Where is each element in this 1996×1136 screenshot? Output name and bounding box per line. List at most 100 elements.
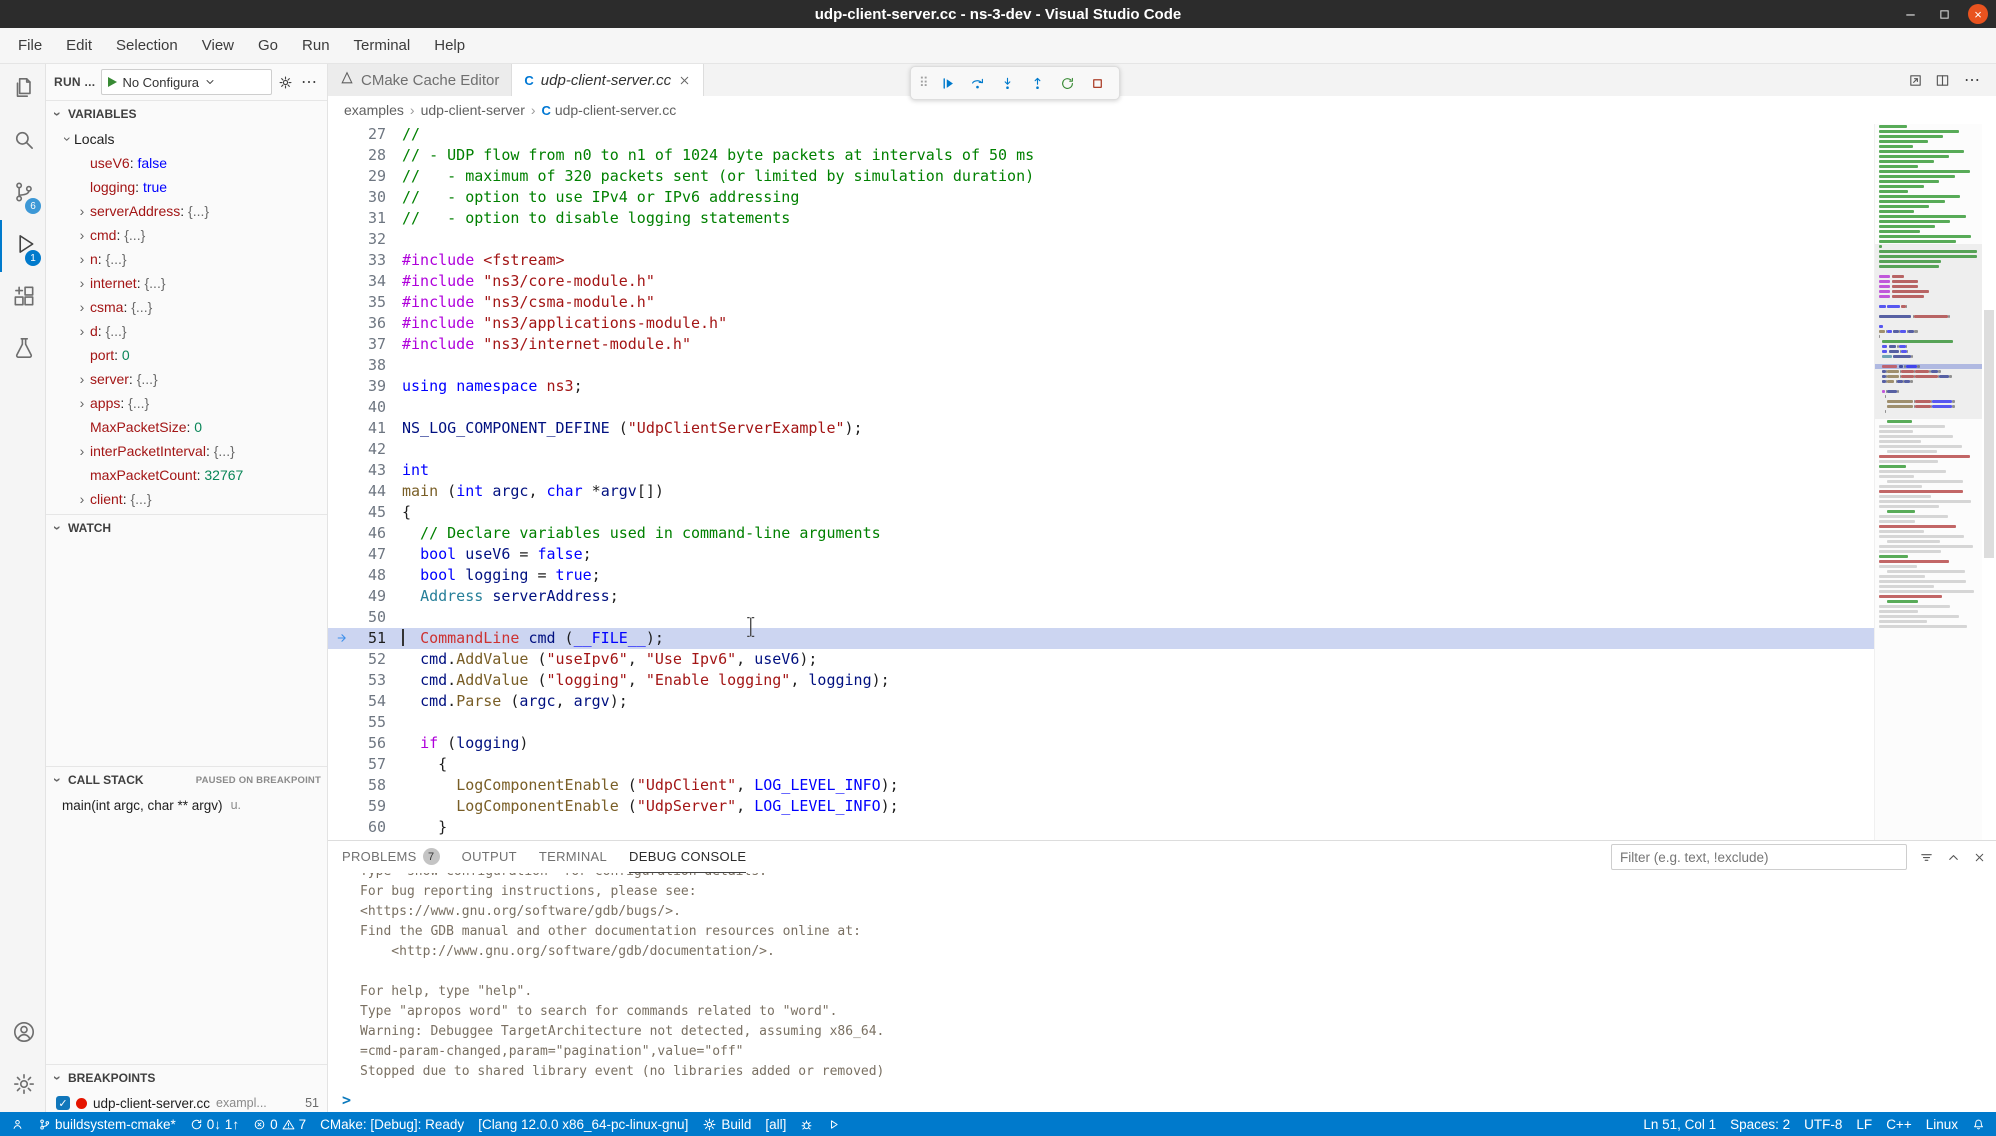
code-area[interactable]: 27//28// - UDP flow from n0 to n1 of 102… <box>328 124 1874 840</box>
variable-row-internet[interactable]: ›internet: {...} <box>46 271 327 295</box>
close-tab-icon[interactable] <box>678 74 691 87</box>
line-number-43[interactable]: 43 <box>328 460 402 481</box>
notifications-bell[interactable] <box>1965 1112 1992 1136</box>
variable-row-MaxPacketSize[interactable]: MaxPacketSize: 0 <box>46 415 327 439</box>
line-number-51[interactable]: 51 <box>328 628 402 649</box>
panel-tab-debug-console[interactable]: DEBUG CONSOLE <box>629 841 746 873</box>
step-over-button[interactable] <box>965 70 991 96</box>
code-line-49[interactable]: 49 Address serverAddress; <box>328 586 1874 607</box>
cmake-status[interactable]: CMake: [Debug]: Ready <box>313 1112 471 1136</box>
line-number-39[interactable]: 39 <box>328 376 402 397</box>
line-number-31[interactable]: 31 <box>328 208 402 229</box>
call-stack-section-header[interactable]: › CALL STACK PAUSED ON BREAKPOINT <box>46 767 327 793</box>
console-filter-input[interactable] <box>1611 844 1907 870</box>
menu-terminal[interactable]: Terminal <box>342 32 423 59</box>
editor-more-actions-icon[interactable]: ⋯ <box>1962 70 1982 90</box>
maximize-panel-icon[interactable] <box>1946 850 1961 865</box>
branch-status[interactable]: buildsystem-cmake* <box>31 1112 183 1136</box>
debug-console-input[interactable]: > <box>328 1088 1996 1112</box>
breakpoint-enabled-checkbox[interactable]: ✓ <box>56 1096 70 1110</box>
code-line-55[interactable]: 55 <box>328 712 1874 733</box>
code-line-47[interactable]: 47 bool useV6 = false; <box>328 544 1874 565</box>
debug-config-dropdown[interactable]: No Configura <box>101 69 272 95</box>
line-number-37[interactable]: 37 <box>328 334 402 355</box>
debug-target-button[interactable] <box>793 1112 820 1136</box>
code-line-33[interactable]: 33#include <fstream> <box>328 250 1874 271</box>
variable-row-port[interactable]: port: 0 <box>46 343 327 367</box>
activity-item-run-and-debug[interactable]: 1 <box>0 220 45 272</box>
panel-tab-problems[interactable]: PROBLEMS7 <box>342 841 440 873</box>
code-line-54[interactable]: 54 cmd.Parse (argc, argv); <box>328 691 1874 712</box>
menu-file[interactable]: File <box>6 32 54 59</box>
tab-udp-client-server-cc[interactable]: Cudp-client-server.cc <box>512 64 704 96</box>
variable-row-d[interactable]: ›d: {...} <box>46 319 327 343</box>
code-line-37[interactable]: 37#include "ns3/internet-module.h" <box>328 334 1874 355</box>
code-line-35[interactable]: 35#include "ns3/csma-module.h" <box>328 292 1874 313</box>
activity-item-settings[interactable] <box>0 1060 45 1112</box>
code-line-30[interactable]: 30// - option to use IPv4 or IPv6 addres… <box>328 187 1874 208</box>
indentation-status[interactable]: Spaces: 2 <box>1723 1112 1797 1136</box>
menu-go[interactable]: Go <box>246 32 290 59</box>
minimap[interactable] <box>1874 124 1982 840</box>
code-line-56[interactable]: 56 if (logging) <box>328 733 1874 754</box>
line-number-46[interactable]: 46 <box>328 523 402 544</box>
menu-view[interactable]: View <box>190 32 246 59</box>
variable-row-useV6[interactable]: useV6: false <box>46 151 327 175</box>
code-line-61[interactable]: 61 <box>328 838 1874 840</box>
code-line-38[interactable]: 38 <box>328 355 1874 376</box>
kit-status[interactable]: [Clang 12.0.0 x86_64-pc-linux-gnu] <box>471 1112 695 1136</box>
line-number-47[interactable]: 47 <box>328 544 402 565</box>
code-line-58[interactable]: 58 LogComponentEnable ("UdpClient", LOG_… <box>328 775 1874 796</box>
code-line-48[interactable]: 48 bool logging = true; <box>328 565 1874 586</box>
breakpoints-section-header[interactable]: › BREAKPOINTS <box>46 1065 327 1091</box>
line-number-38[interactable]: 38 <box>328 355 402 376</box>
stack-frame-main[interactable]: main(int argc, char ** argv) u. <box>46 793 327 817</box>
problems-status[interactable]: 07 <box>246 1112 313 1136</box>
line-number-28[interactable]: 28 <box>328 145 402 166</box>
variables-scope-locals[interactable]: › Locals <box>46 127 327 151</box>
eol-status[interactable]: LF <box>1849 1112 1879 1136</box>
continue-button[interactable] <box>935 70 961 96</box>
line-number-34[interactable]: 34 <box>328 271 402 292</box>
debug-console-output[interactable]: Type "show configuration" for configurat… <box>328 873 1996 1088</box>
line-number-35[interactable]: 35 <box>328 292 402 313</box>
close-panel-icon[interactable] <box>1973 851 1986 864</box>
code-line-36[interactable]: 36#include "ns3/applications-module.h" <box>328 313 1874 334</box>
variable-row-serverAddress[interactable]: ›serverAddress: {...} <box>46 199 327 223</box>
breadcrumb-item-1[interactable]: udp-client-server <box>421 102 525 118</box>
line-number-49[interactable]: 49 <box>328 586 402 607</box>
code-line-60[interactable]: 60 } <box>328 817 1874 838</box>
menu-selection[interactable]: Selection <box>104 32 190 59</box>
activity-item-account[interactable] <box>0 1008 45 1060</box>
cursor-position[interactable]: Ln 51, Col 1 <box>1636 1112 1723 1136</box>
drag-handle-icon[interactable]: ⠿ <box>919 75 929 91</box>
menu-help[interactable]: Help <box>422 32 477 59</box>
code-line-44[interactable]: 44main (int argc, char *argv[]) <box>328 481 1874 502</box>
code-line-59[interactable]: 59 LogComponentEnable ("UdpServer", LOG_… <box>328 796 1874 817</box>
activity-item-testing[interactable] <box>0 324 45 376</box>
line-number-40[interactable]: 40 <box>328 397 402 418</box>
line-number-56[interactable]: 56 <box>328 733 402 754</box>
activity-item-search[interactable] <box>0 116 45 168</box>
panel-tab-output[interactable]: OUTPUT <box>462 841 517 873</box>
variable-row-maxPacketCount[interactable]: maxPacketCount: 32767 <box>46 463 327 487</box>
stop-button[interactable] <box>1085 70 1111 96</box>
code-line-39[interactable]: 39using namespace ns3; <box>328 376 1874 397</box>
activity-item-source-control[interactable]: 6 <box>0 168 45 220</box>
sync-status[interactable]: 0↓ 1↑ <box>183 1112 246 1136</box>
step-out-button[interactable] <box>1025 70 1051 96</box>
scrollbar-thumb[interactable] <box>1984 310 1994 558</box>
breakpoint-item[interactable]: ✓ udp-client-server.cc exampl... 51 <box>46 1091 327 1112</box>
activity-item-explorer[interactable] <box>0 64 45 116</box>
breadcrumb-item-0[interactable]: examples <box>344 102 404 118</box>
line-number-33[interactable]: 33 <box>328 250 402 271</box>
line-number-48[interactable]: 48 <box>328 565 402 586</box>
step-into-button[interactable] <box>995 70 1021 96</box>
code-line-50[interactable]: 50 <box>328 607 1874 628</box>
line-number-60[interactable]: 60 <box>328 817 402 838</box>
encoding-status[interactable]: UTF-8 <box>1797 1112 1849 1136</box>
code-line-45[interactable]: 45{ <box>328 502 1874 523</box>
variable-row-cmd[interactable]: ›cmd: {...} <box>46 223 327 247</box>
minimize-button[interactable] <box>1900 4 1920 24</box>
variable-row-n[interactable]: ›n: {...} <box>46 247 327 271</box>
